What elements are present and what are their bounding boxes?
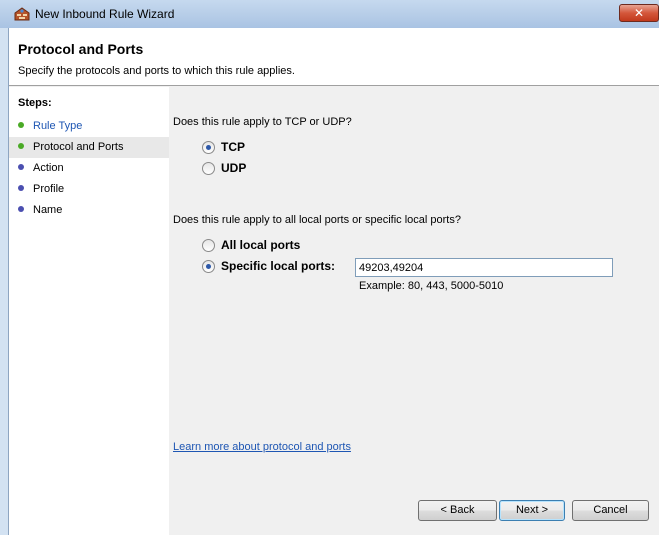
local-ports-input[interactable]	[355, 258, 613, 277]
sidebar-item-label: Name	[33, 204, 63, 216]
specific-local-ports-radio[interactable]	[202, 260, 215, 273]
page-title: Protocol and Ports	[18, 41, 144, 57]
window-title: New Inbound Rule Wizard	[35, 7, 175, 21]
page-subtitle: Specify the protocols and ports to which…	[18, 65, 295, 77]
next-button[interactable]: Next >	[499, 500, 565, 521]
ports-example-text: Example: 80, 443, 5000-5010	[359, 280, 504, 292]
step-pending-icon	[18, 206, 24, 212]
protocol-question: Does this rule apply to TCP or UDP?	[173, 116, 352, 128]
close-button[interactable]: ✕	[619, 4, 659, 22]
step-pending-icon	[18, 185, 24, 191]
ports-question: Does this rule apply to all local ports …	[173, 214, 461, 226]
sidebar-item-name: Name	[9, 200, 169, 221]
specific-local-ports-label[interactable]: Specific local ports:	[221, 259, 335, 273]
title-bar: New Inbound Rule Wizard ✕	[0, 0, 659, 28]
sidebar-item-profile: Profile	[9, 179, 169, 200]
sidebar-item-label: Rule Type	[33, 120, 83, 132]
step-done-icon	[18, 122, 24, 128]
step-pending-icon	[18, 164, 24, 170]
learn-more-link[interactable]: Learn more about protocol and ports	[173, 441, 351, 453]
udp-radio[interactable]	[202, 162, 215, 175]
all-local-ports-label[interactable]: All local ports	[221, 238, 300, 252]
sidebar-item-label: Profile	[33, 183, 65, 195]
tcp-radio-label[interactable]: TCP	[221, 140, 245, 154]
back-button[interactable]: < Back	[418, 500, 497, 521]
sidebar-item-label: Protocol and Ports	[33, 141, 124, 153]
sidebar-item-rule-type[interactable]: Rule Type	[9, 116, 169, 137]
all-local-ports-radio[interactable]	[202, 239, 215, 252]
steps-title: Steps:	[18, 97, 52, 109]
wizard-header: Protocol and Ports Specify the protocols…	[9, 28, 659, 86]
step-done-icon	[18, 143, 24, 149]
wizard-client: Protocol and Ports Specify the protocols…	[8, 28, 659, 535]
firewall-icon	[14, 7, 30, 21]
sidebar-item-label: Action	[33, 162, 64, 174]
sidebar-item-protocol-and-ports[interactable]: Protocol and Ports	[9, 137, 169, 158]
udp-radio-label[interactable]: UDP	[221, 161, 246, 175]
sidebar-item-action: Action	[9, 158, 169, 179]
tcp-radio[interactable]	[202, 141, 215, 154]
steps-sidebar: Steps: Rule Type Protocol and Ports Acti…	[9, 87, 169, 535]
cancel-button[interactable]: Cancel	[572, 500, 649, 521]
